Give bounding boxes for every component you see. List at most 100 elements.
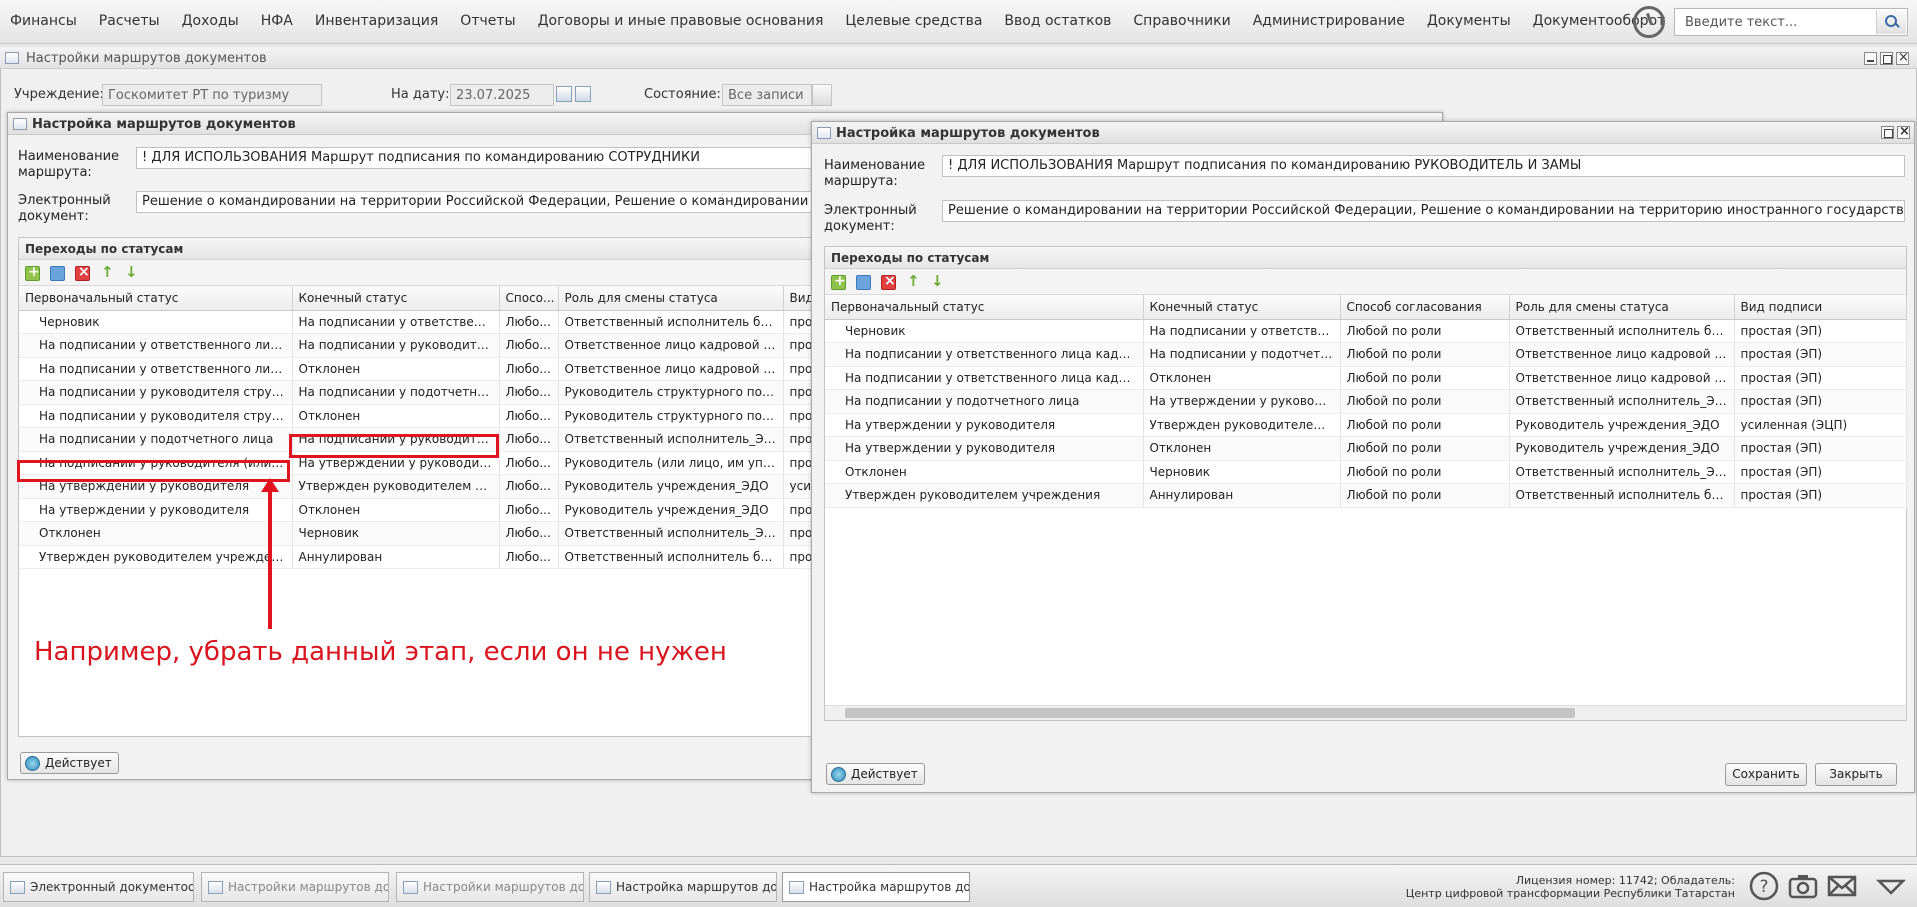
taskbar-item[interactable]: Электронный документоо... bbox=[3, 872, 194, 902]
menu-item[interactable]: Документы bbox=[1416, 13, 1522, 29]
table-cell: Утвержден руководителем учре... bbox=[292, 474, 500, 499]
table-cell: На подписании у ответственного лица ка..… bbox=[19, 333, 293, 358]
maximize-button[interactable] bbox=[1881, 126, 1894, 139]
table-row[interactable]: Утвержден руководителем учреждения Аннули… bbox=[825, 483, 1907, 508]
right-status-button[interactable]: Действует bbox=[826, 763, 925, 785]
table-cell: На подписании у ответственног... bbox=[292, 310, 500, 334]
table-cell: Руководитель структурного подраз... bbox=[558, 380, 784, 405]
right-toolbar: ↑ ↓ bbox=[825, 269, 1906, 295]
chevron-down-icon[interactable] bbox=[812, 84, 832, 106]
arrow-up-icon[interactable]: ↑ bbox=[101, 263, 114, 281]
clock-icon[interactable] bbox=[1633, 6, 1665, 38]
menu-item[interactable]: Целевые средства bbox=[834, 13, 993, 29]
column-header[interactable]: Способ согласования bbox=[1340, 295, 1510, 320]
close-button[interactable] bbox=[1896, 50, 1909, 65]
right-doc-label: Электронный документ: bbox=[824, 203, 917, 234]
taskbar-item[interactable]: Настройка маршрутов до... bbox=[589, 872, 777, 902]
right-name-field[interactable]: ! ДЛЯ ИСПОЛЬЗОВАНИЯ Маршрут подписания п… bbox=[942, 155, 1905, 177]
table-cell: На подписании у руководителя структур... bbox=[19, 404, 293, 428]
org-label: Учреждение: bbox=[14, 87, 104, 102]
table-row[interactable]: На подписании у ответственного лица кадр… bbox=[825, 342, 1907, 367]
save-button[interactable]: Сохранить bbox=[1725, 763, 1807, 786]
highlight-box-start-status bbox=[17, 460, 290, 482]
column-header[interactable]: Первоначальный статус bbox=[19, 286, 293, 311]
horizontal-scrollbar[interactable] bbox=[825, 705, 1906, 720]
taskbar-item[interactable]: Настройки маршрутов до... bbox=[201, 872, 389, 902]
mail-icon[interactable] bbox=[1827, 871, 1857, 901]
menu-item[interactable]: Справочники bbox=[1122, 13, 1241, 29]
delete-icon[interactable] bbox=[75, 264, 90, 281]
table-cell: Ответственный исполнитель бухга... bbox=[558, 545, 784, 569]
search-box bbox=[1674, 8, 1908, 36]
add-icon[interactable] bbox=[25, 264, 40, 281]
menu-item[interactable]: Договоры и иные правовые основания bbox=[527, 13, 835, 29]
calendar-icon[interactable] bbox=[556, 86, 572, 102]
table-cell: Любо... bbox=[499, 333, 559, 358]
menu-item[interactable]: Расчеты bbox=[88, 13, 171, 29]
org-field[interactable]: Госкомитет РТ по туризму bbox=[102, 84, 322, 106]
menu-item[interactable]: Отчеты bbox=[449, 13, 526, 29]
right-doc-field[interactable]: Решение о командировании на территории Р… bbox=[942, 200, 1905, 222]
table-cell: На подписании у подотчетного лица bbox=[19, 427, 293, 452]
table-row[interactable]: На подписании у ответственного лица кадр… bbox=[825, 366, 1907, 390]
refresh-icon[interactable] bbox=[575, 86, 591, 102]
column-header[interactable]: Роль для смены статуса bbox=[558, 286, 784, 311]
window-icon bbox=[208, 881, 223, 894]
menu-item[interactable]: Финансы bbox=[10, 13, 88, 29]
menu-item[interactable]: Инвентаризация bbox=[304, 13, 449, 29]
menu-item[interactable]: Доходы bbox=[171, 13, 250, 29]
scrollbar-thumb[interactable] bbox=[845, 708, 1575, 718]
window-icon bbox=[13, 118, 27, 130]
table-cell: усиленная (ЭЦП) bbox=[1734, 413, 1907, 437]
menu-item[interactable]: НФА bbox=[250, 13, 304, 29]
table-row[interactable]: Черновик На подписании у ответственн... Лю… bbox=[825, 319, 1907, 343]
status-icon bbox=[25, 756, 40, 771]
column-header[interactable]: Роль для смены статуса bbox=[1509, 295, 1735, 320]
table-cell: Отклонен bbox=[1143, 436, 1341, 461]
table-cell: На утверждении у руководителя bbox=[19, 498, 293, 522]
camera-icon[interactable] bbox=[1788, 871, 1818, 901]
right-status-label: Действует bbox=[851, 767, 918, 781]
close-window-button[interactable]: Закрыть bbox=[1815, 763, 1897, 786]
left-status-button[interactable]: Действует bbox=[20, 752, 119, 774]
arrow-down-icon[interactable]: ↓ bbox=[931, 272, 944, 290]
column-header[interactable]: Конечный статус bbox=[292, 286, 500, 311]
table-cell: На утверждении у руководителя bbox=[825, 436, 1144, 461]
table-cell: На утверждении у руководите... bbox=[1143, 389, 1341, 414]
search-icon[interactable] bbox=[1876, 10, 1906, 34]
add-icon[interactable] bbox=[831, 273, 846, 290]
table-row[interactable]: На утверждении у руководителя Утвержден р… bbox=[825, 413, 1907, 437]
table-row[interactable]: На подписании у подотчетного лица На утве… bbox=[825, 389, 1907, 414]
minimize-button[interactable] bbox=[1864, 52, 1877, 65]
table-cell: На подписании у подотчетного ... bbox=[292, 380, 500, 405]
column-header[interactable]: Первоначальный статус bbox=[825, 295, 1144, 320]
taskbar-item[interactable]: Настройка маршрутов до... bbox=[782, 872, 970, 902]
copy-icon[interactable] bbox=[856, 275, 871, 290]
taskbar-item[interactable]: Настройки маршрутов до... bbox=[396, 872, 584, 902]
date-field[interactable]: 23.07.2025 bbox=[450, 84, 554, 106]
menu-item[interactable]: Ввод остатков bbox=[993, 13, 1122, 29]
table-cell: Отклонен bbox=[292, 498, 500, 522]
chevron-down-icon[interactable] bbox=[1876, 871, 1906, 901]
delete-icon[interactable] bbox=[881, 273, 896, 290]
state-field[interactable]: Все записи bbox=[722, 84, 812, 106]
help-icon[interactable]: ? bbox=[1749, 871, 1779, 901]
arrow-down-icon[interactable]: ↓ bbox=[125, 263, 138, 281]
menu-item[interactable]: Администрирование bbox=[1242, 13, 1416, 29]
window-icon bbox=[10, 881, 25, 894]
copy-icon[interactable] bbox=[50, 266, 65, 281]
search-input[interactable] bbox=[1675, 9, 1875, 35]
table-row[interactable]: На утверждении у руководителя Отклонен Люб… bbox=[825, 436, 1907, 461]
column-header[interactable]: Спосо... bbox=[499, 286, 559, 311]
table-row[interactable]: Отклонен Черновик Любой по роли Ответственн… bbox=[825, 460, 1907, 484]
right-transitions-panel-body: Переходы по статусам ↑ ↓ Первоначальный … bbox=[824, 246, 1907, 721]
close-button[interactable] bbox=[1897, 124, 1910, 139]
maximize-button[interactable] bbox=[1880, 52, 1893, 65]
table-cell: Руководитель учреждения_ЭДО bbox=[558, 498, 784, 522]
arrow-up-icon[interactable]: ↑ bbox=[907, 272, 920, 290]
table-cell: Любо... bbox=[499, 474, 559, 499]
column-header[interactable]: Вид подписи bbox=[1734, 295, 1907, 320]
taskbar-item-label: Настройки маршрутов до... bbox=[228, 880, 389, 894]
column-header[interactable]: Конечный статус bbox=[1143, 295, 1341, 320]
table-cell: Ответственный исполнитель бухга... bbox=[1509, 483, 1735, 508]
